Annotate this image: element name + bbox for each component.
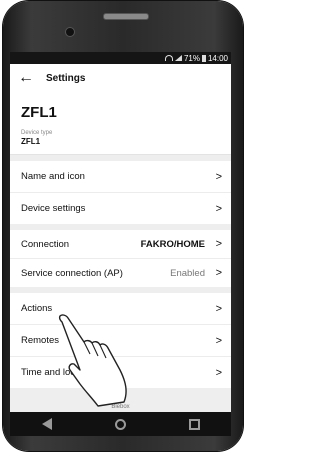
settings-group-connection: Connection FAKRO/HOME > Service connecti… [10,230,231,287]
connection-row[interactable]: Connection FAKRO/HOME > [10,230,231,259]
row-label: Connection [21,238,70,250]
chevron-right-icon: > [215,170,222,183]
chevron-right-icon: > [215,302,222,315]
app-bar: ← Settings [10,64,231,92]
clock: 14:00 [207,53,228,63]
row-label: Device settings [21,203,86,214]
phone-top-bezel [3,1,243,51]
row-label: Service connection (AP) [21,267,123,279]
footer-brand: Blebox [10,402,231,412]
chevron-right-icon: > [215,267,222,279]
device-settings-row[interactable]: Device settings > [10,193,231,224]
front-camera [65,27,75,37]
triangle-back-icon[interactable] [41,418,52,430]
settings-group-automation: Actions > Remotes > Time and location > [10,293,231,388]
row-label: Actions [21,303,53,314]
device-header: ZFL1 Device type ZFL1 [10,92,231,155]
chevron-right-icon: > [215,366,222,379]
battery-percent: 71% [183,53,200,63]
chevron-right-icon: > [215,238,222,250]
signal-icon [174,55,182,61]
service-connection-row[interactable]: Service connection (AP) Enabled > [10,259,231,287]
wifi-icon [164,55,173,61]
row-label: Remotes [21,335,60,346]
earpiece-speaker [103,13,149,20]
settings-group-general: Name and icon > Device settings > [10,161,231,224]
square-recents-icon[interactable] [188,418,200,430]
device-type-label: Device type [21,130,53,136]
page-title: Settings [46,72,86,84]
circle-home-icon[interactable] [114,418,126,430]
battery-icon [201,54,206,62]
service-connection-status: Enabled [170,267,205,279]
android-nav-bar [10,412,231,436]
actions-row[interactable]: Actions > [10,293,231,325]
chevron-right-icon: > [215,202,222,215]
time-and-location-row[interactable]: Time and location > [10,357,231,388]
connection-value: FAKRO/HOME [140,238,205,250]
device-name: ZFL1 [21,104,57,121]
row-label: Name and icon [21,171,85,182]
status-bar: 71% 14:00 [10,52,231,64]
row-label: Time and location [21,367,96,378]
name-and-icon-row[interactable]: Name and icon > [10,161,231,193]
chevron-right-icon: > [215,334,222,347]
app-screen: 71% 14:00 ← Settings ZFL1 Device type ZF… [10,52,231,412]
remotes-row[interactable]: Remotes > [10,325,231,357]
arrow-left-icon[interactable]: ← [18,69,40,87]
device-type-value: ZFL1 [21,137,41,146]
